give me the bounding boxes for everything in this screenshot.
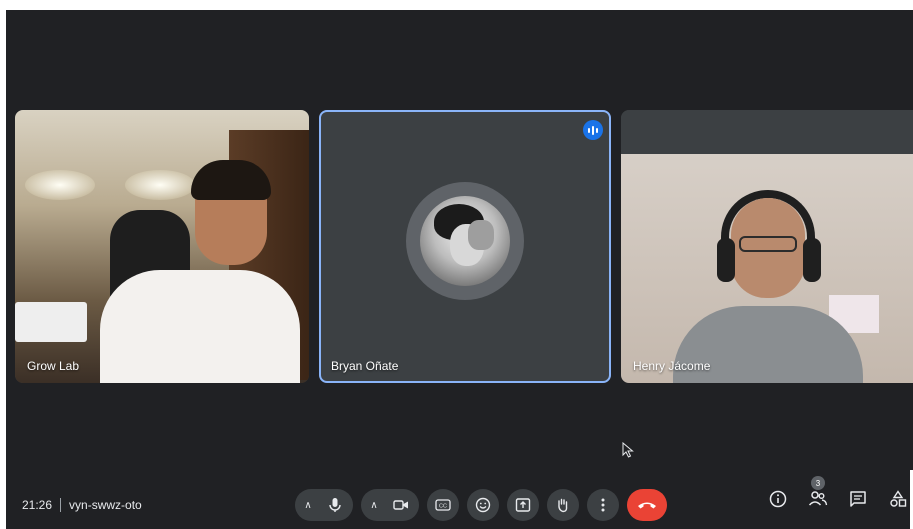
more-options-icon — [601, 498, 605, 512]
participant-name: Bryan Oñate — [331, 359, 399, 373]
participant-name: Grow Lab — [27, 359, 80, 373]
avatar-image — [420, 196, 510, 286]
mouse-cursor-icon — [622, 442, 634, 458]
microphone-button[interactable] — [319, 489, 351, 521]
reactions-button[interactable] — [467, 489, 499, 521]
mic-options-chevron-icon[interactable]: ∧ — [297, 489, 319, 521]
more-options-button[interactable] — [587, 489, 619, 521]
activities-icon — [890, 490, 907, 507]
camera-control-group: ∧ — [361, 489, 419, 521]
captions-button[interactable]: CC — [427, 489, 459, 521]
microphone-icon — [329, 498, 341, 512]
meeting-time: 21:26 — [22, 498, 53, 512]
call-controls: ∧ ∧ CC — [295, 489, 667, 521]
people-icon — [808, 491, 828, 506]
speaking-indicator-icon — [583, 120, 603, 140]
svg-text:CC: CC — [439, 504, 447, 510]
camera-button[interactable] — [385, 489, 417, 521]
table — [15, 302, 87, 342]
present-screen-icon — [515, 498, 531, 512]
info-icon — [769, 490, 787, 508]
raise-hand-button[interactable] — [547, 489, 579, 521]
participant-count-badge: 3 — [811, 476, 825, 490]
camera-options-chevron-icon[interactable]: ∧ — [363, 489, 385, 521]
headphone-left — [717, 238, 735, 282]
top-edge — [0, 0, 913, 10]
ceiling-light — [125, 170, 195, 200]
headphone-right — [803, 238, 821, 282]
meeting-details-button[interactable] — [767, 488, 789, 510]
chat-icon — [850, 491, 866, 507]
camera-icon — [393, 500, 408, 510]
activities-button[interactable] — [887, 488, 909, 510]
video-letterbox — [621, 110, 913, 154]
participant-tile-grow-lab[interactable]: Grow Lab — [15, 110, 309, 383]
ceiling-light — [25, 170, 95, 200]
present-button[interactable] — [507, 489, 539, 521]
participant-tile-henry[interactable]: Henry Jácome — [621, 110, 913, 383]
side-controls: 3 — [767, 476, 913, 510]
meeting-code: vyn-swwz-oto — [69, 498, 142, 512]
people-button[interactable]: 3 — [807, 476, 829, 510]
emoji-icon — [475, 497, 491, 513]
mic-control-group: ∧ — [295, 489, 353, 521]
left-edge — [0, 0, 6, 529]
glasses — [739, 236, 797, 252]
closed-captions-icon: CC — [435, 499, 451, 511]
participant-tile-bryan[interactable]: Bryan Oñate — [319, 110, 611, 383]
end-call-button[interactable] — [627, 489, 667, 521]
chat-button[interactable] — [847, 488, 869, 510]
meeting-info: 21:26 vyn-swwz-oto — [22, 498, 142, 512]
end-call-icon — [638, 502, 656, 509]
avatar — [406, 182, 524, 300]
divider — [60, 498, 62, 512]
raise-hand-icon — [558, 498, 568, 513]
participant-name: Henry Jácome — [633, 359, 711, 373]
participant-body — [100, 270, 300, 383]
